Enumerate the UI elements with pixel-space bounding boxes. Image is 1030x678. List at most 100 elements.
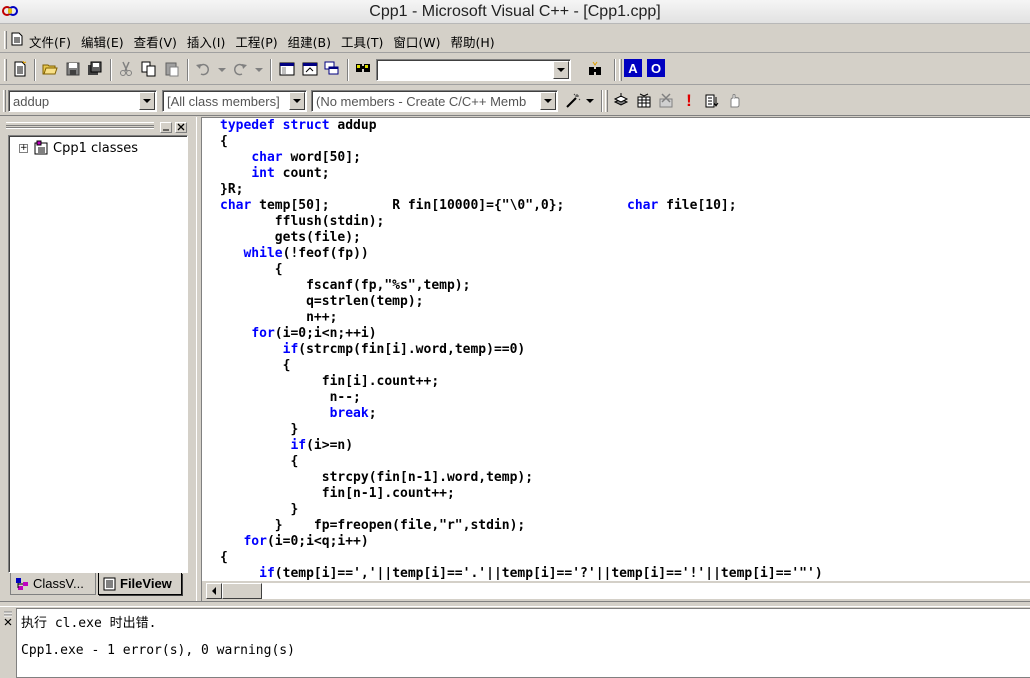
code-line[interactable]: fflush(stdin); — [220, 214, 823, 230]
editor-gutter[interactable] — [202, 118, 214, 580]
code-line[interactable]: strcpy(fin[n-1].word,temp); — [220, 470, 823, 486]
menu-tools[interactable]: 工具(T) — [341, 32, 383, 51]
menu-grip[interactable] — [4, 31, 7, 49]
tab-fileview[interactable]: FileView — [98, 573, 182, 595]
cut-icon[interactable] — [115, 58, 137, 80]
window-list-icon[interactable] — [321, 58, 343, 80]
scroll-thumb[interactable] — [222, 583, 262, 599]
toolbar-grip[interactable] — [619, 59, 622, 81]
code-line[interactable]: break; — [220, 406, 823, 422]
code-line[interactable]: { — [220, 262, 823, 278]
find-icon[interactable] — [584, 58, 606, 80]
scope-combo-value[interactable]: addup — [13, 94, 136, 109]
workspace-maximize-button[interactable] — [160, 122, 172, 133]
open-folder-icon[interactable] — [39, 58, 61, 80]
scroll-track[interactable] — [262, 583, 1030, 599]
undo-icon[interactable] — [192, 58, 214, 80]
find-combo[interactable] — [376, 59, 571, 81]
menu-build[interactable]: 组建(B) — [288, 32, 331, 51]
build-icon[interactable] — [633, 90, 655, 112]
output-icon[interactable] — [299, 58, 321, 80]
compile-icon[interactable] — [610, 90, 632, 112]
tab-classview[interactable]: ClassV... — [10, 573, 96, 595]
code-line[interactable]: n++; — [220, 310, 823, 326]
find-combo-dropdown[interactable] — [553, 61, 569, 79]
code-line[interactable]: } — [220, 502, 823, 518]
undo-dropdown-icon[interactable] — [218, 68, 226, 72]
code-line[interactable]: while(!feof(fp)) — [220, 246, 823, 262]
menu-project[interactable]: 工程(P) — [235, 32, 277, 51]
output-text-area[interactable]: 执行 cl.exe 时出错. Cpp1.exe - 1 error(s), 0 … — [16, 608, 1030, 678]
code-line[interactable]: { — [220, 358, 823, 374]
menu-file[interactable]: 文件(F) — [29, 32, 71, 51]
code-line[interactable]: gets(file); — [220, 230, 823, 246]
scroll-left-button[interactable] — [206, 583, 222, 599]
code-line[interactable]: for(i=0;i<n;++i) — [220, 326, 823, 342]
paste-icon[interactable] — [161, 58, 183, 80]
code-line[interactable]: if(i>=n) — [220, 438, 823, 454]
menu-edit[interactable]: 编辑(E) — [81, 32, 124, 51]
code-editor[interactable]: typedef struct addup{ char word[50]; int… — [202, 117, 1030, 580]
output-grip[interactable] — [2, 610, 14, 678]
breakpoint-icon[interactable] — [724, 90, 746, 112]
save-all-icon[interactable] — [84, 58, 106, 80]
code-line[interactable]: fin[i].count++; — [220, 374, 823, 390]
code-line[interactable]: char word[50]; — [220, 150, 823, 166]
code-line[interactable]: } — [220, 422, 823, 438]
members-combo-value[interactable]: (No members - Create C/C++ Memb — [316, 94, 537, 109]
menu-help[interactable]: 帮助(H) — [451, 32, 495, 51]
save-icon[interactable] — [62, 58, 84, 80]
class-combo[interactable]: [All class members] — [162, 90, 307, 112]
o-blue-icon[interactable]: O — [647, 59, 665, 77]
code-line[interactable]: if(temp[i]==','||temp[i]=='.'||temp[i]==… — [220, 566, 823, 580]
code-line[interactable]: typedef struct addup — [220, 118, 823, 134]
go-icon[interactable] — [701, 90, 723, 112]
workspace-drag-bar[interactable] — [6, 122, 154, 129]
a-blue-icon[interactable]: A — [624, 59, 642, 77]
editor-hscrollbar[interactable] — [202, 580, 1030, 600]
code-text: file[10]; — [658, 198, 737, 213]
code-line[interactable]: fscanf(fp,"%s",temp); — [220, 278, 823, 294]
toolbar-grip[interactable] — [3, 90, 6, 112]
class-combo-value[interactable]: [All class members] — [167, 94, 286, 109]
menu-window[interactable]: 窗口(W) — [393, 32, 440, 51]
wizard-icon[interactable] — [562, 90, 584, 112]
wizard-dropdown-icon[interactable] — [586, 99, 594, 103]
class-combo-dropdown[interactable] — [289, 92, 305, 110]
title-bar[interactable]: Cpp1 - Microsoft Visual C++ - [Cpp1.cpp] — [0, 0, 1030, 24]
code-line[interactable]: for(i=0;i<q;i++) — [220, 534, 823, 550]
members-combo[interactable]: (No members - Create C/C++ Memb — [311, 90, 558, 112]
menu-insert[interactable]: 插入(I) — [187, 32, 225, 51]
source-code[interactable]: typedef struct addup{ char word[50]; int… — [220, 118, 823, 580]
code-line[interactable]: fin[n-1].count++; — [220, 486, 823, 502]
workspace-icon[interactable] — [276, 58, 298, 80]
redo-icon[interactable] — [229, 58, 251, 80]
new-text-file-icon[interactable] — [9, 58, 31, 80]
stop-build-icon[interactable] — [655, 90, 677, 112]
scope-combo[interactable]: addup — [8, 90, 157, 112]
execute-icon[interactable]: ! — [678, 90, 700, 112]
menu-view[interactable]: 查看(V) — [134, 32, 177, 51]
redo-dropdown-icon[interactable] — [255, 68, 263, 72]
tree-node-root[interactable]: + Cpp1 classes — [19, 140, 138, 156]
code-line[interactable]: if(strcmp(fin[i].word,temp)==0) — [220, 342, 823, 358]
scope-combo-dropdown[interactable] — [139, 92, 155, 110]
code-line[interactable]: { — [220, 134, 823, 150]
code-line[interactable]: char temp[50]; R fin[10000]={"\0",0}; ch… — [220, 198, 823, 214]
code-line[interactable]: { — [220, 550, 823, 566]
toolbar-grip[interactable] — [4, 59, 7, 81]
class-tree[interactable]: + Cpp1 classes — [8, 135, 188, 573]
find-in-files-icon[interactable] — [352, 58, 374, 80]
code-line[interactable]: int count; — [220, 166, 823, 182]
code-line[interactable]: q=strlen(temp); — [220, 294, 823, 310]
expand-plus-icon[interactable]: + — [19, 143, 28, 153]
code-line[interactable]: n--; — [220, 390, 823, 406]
members-combo-dropdown[interactable] — [540, 92, 556, 110]
code-line[interactable]: } fp=freopen(file,"r",stdin); — [220, 518, 823, 534]
workspace-close-button[interactable] — [175, 122, 187, 133]
copy-icon[interactable] — [138, 58, 160, 80]
document-icon[interactable] — [11, 32, 23, 46]
code-line[interactable]: { — [220, 454, 823, 470]
code-line[interactable]: }R; — [220, 182, 823, 198]
toolbar-grip[interactable] — [605, 90, 608, 112]
